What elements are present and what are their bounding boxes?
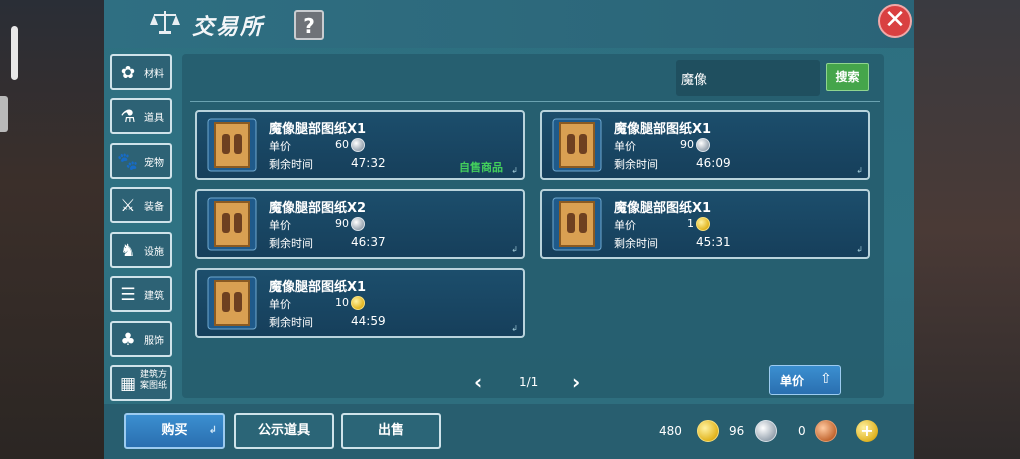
- sell-button[interactable]: 出售: [341, 413, 441, 449]
- price-label: 单价: [269, 140, 291, 153]
- category-buildings[interactable]: ☰ 建筑: [110, 276, 172, 312]
- sword-icon: ⚔: [120, 196, 136, 216]
- sort-by-price-button[interactable]: 单价 ⇧: [769, 365, 841, 395]
- category-label: 材料: [144, 69, 164, 80]
- time-value: 46:09: [696, 156, 731, 170]
- blueprint-scroll-icon: [552, 118, 602, 172]
- corner-icon: ↲: [511, 166, 518, 175]
- sort-arrow-icon: ⇧: [820, 371, 832, 387]
- clothing-icon: ♣: [120, 330, 136, 350]
- gold-coin-icon: [696, 217, 710, 231]
- category-blueprints[interactable]: ▦ 建筑方案图纸: [110, 365, 172, 401]
- listing-card[interactable]: 魔像腿部图纸X1 单价 10 剩余时间 44:59 ↲: [195, 268, 525, 338]
- page-title: 交易所: [192, 15, 265, 40]
- category-label: 宠物: [144, 158, 164, 169]
- category-items[interactable]: ⚗ 道具: [110, 98, 172, 134]
- corner-icon: ↲: [511, 324, 518, 333]
- blueprint-scroll-icon: [552, 197, 602, 251]
- category-label: 建筑方案图纸: [140, 370, 168, 391]
- item-name: 魔像腿部图纸X2: [269, 201, 367, 216]
- time-label: 剩余时间: [614, 237, 658, 250]
- listing-card[interactable]: 魔像腿部图纸X1 单价 60 剩余时间 47:32 自售商品 ↲: [195, 110, 525, 180]
- sort-label: 单价: [780, 374, 805, 388]
- time-value: 46:37: [351, 235, 386, 249]
- help-button[interactable]: ?: [294, 10, 324, 40]
- showcase-items-button[interactable]: 公示道具: [234, 413, 334, 449]
- corner-icon: ↲: [856, 245, 863, 254]
- add-currency-button[interactable]: +: [856, 420, 878, 442]
- price-value: 1: [687, 217, 694, 230]
- time-label: 剩余时间: [269, 316, 313, 329]
- category-pets[interactable]: 🐾 宠物: [110, 143, 172, 179]
- item-name: 魔像腿部图纸X1: [614, 122, 712, 137]
- gold-coin-icon: [697, 420, 719, 442]
- time-label: 剩余时间: [614, 158, 658, 171]
- price-value: 60: [335, 138, 349, 151]
- price-label: 单价: [269, 219, 291, 232]
- gold-coin-icon: [351, 296, 365, 310]
- price-label: 单价: [614, 219, 636, 232]
- paw-icon: 🐾: [117, 152, 139, 172]
- corner-icon: ↲: [511, 245, 518, 254]
- gold-amount: 480: [659, 424, 682, 438]
- materials-icon: ✿: [120, 63, 136, 83]
- facility-icon: ♞: [120, 241, 136, 261]
- category-clothing[interactable]: ♣ 服饰: [110, 321, 172, 357]
- potion-icon: ⚗: [120, 107, 136, 127]
- corner-icon: ↲: [208, 425, 217, 436]
- divider: [190, 101, 880, 102]
- category-label: 装备: [144, 202, 164, 213]
- time-value: 44:59: [351, 314, 386, 328]
- item-name: 魔像腿部图纸X1: [269, 122, 367, 137]
- silver-coin-icon: [351, 217, 365, 231]
- time-label: 剩余时间: [269, 237, 313, 250]
- close-button[interactable]: ✕: [878, 4, 912, 38]
- price-value: 90: [680, 138, 694, 151]
- blueprint-icon: ▦: [119, 374, 137, 394]
- search-input-value: 魔像: [681, 73, 708, 88]
- blueprint-scroll-icon: [207, 276, 257, 330]
- silver-amount: 96: [729, 424, 745, 438]
- scales-icon: [150, 11, 180, 34]
- price-label: 单价: [614, 140, 636, 153]
- listing-card[interactable]: 魔像腿部图纸X2 单价 90 剩余时间 46:37 ↲: [195, 189, 525, 259]
- prev-page-button[interactable]: ‹: [474, 370, 482, 394]
- game-scene-right: [914, 0, 1020, 459]
- category-facilities[interactable]: ♞ 设施: [110, 232, 172, 268]
- buy-button[interactable]: 购买 ↲: [124, 413, 225, 449]
- category-label: 设施: [144, 247, 164, 258]
- blueprint-scroll-icon: [207, 197, 257, 251]
- buy-label: 购买: [161, 423, 188, 438]
- price-value: 10: [335, 296, 349, 309]
- side-tab[interactable]: [0, 96, 8, 132]
- building-icon: ☰: [120, 285, 136, 305]
- search-button[interactable]: 搜索: [826, 63, 869, 91]
- category-label: 建筑: [144, 291, 164, 302]
- corner-icon: ↲: [856, 166, 863, 175]
- time-label: 剩余时间: [269, 158, 313, 171]
- silver-coin-icon: [351, 138, 365, 152]
- price-label: 单价: [269, 298, 291, 311]
- next-page-button[interactable]: ›: [572, 370, 580, 394]
- listing-card[interactable]: 魔像腿部图纸X1 单价 90 剩余时间 46:09 ↲: [540, 110, 870, 180]
- price-value: 90: [335, 217, 349, 230]
- item-name: 魔像腿部图纸X1: [614, 201, 712, 216]
- category-label: 服饰: [144, 336, 164, 347]
- self-sale-badge: 自售商品: [459, 161, 503, 174]
- category-materials[interactable]: ✿ 材料: [110, 54, 172, 90]
- category-equipment[interactable]: ⚔ 装备: [110, 187, 172, 223]
- listing-card[interactable]: 魔像腿部图纸X1 单价 1 剩余时间 45:31 ↲: [540, 189, 870, 259]
- silver-coin-icon: [755, 420, 777, 442]
- page-indicator: 1/1: [519, 375, 539, 389]
- time-value: 47:32: [351, 156, 386, 170]
- blueprint-scroll-icon: [207, 118, 257, 172]
- copper-coin-icon: [815, 420, 837, 442]
- silver-coin-icon: [696, 138, 710, 152]
- item-name: 魔像腿部图纸X1: [269, 280, 367, 295]
- time-value: 45:31: [696, 235, 731, 249]
- copper-amount: 0: [798, 424, 806, 438]
- category-label: 道具: [144, 113, 164, 124]
- side-drag-handle[interactable]: [11, 26, 18, 80]
- bottom-bar: [104, 404, 914, 459]
